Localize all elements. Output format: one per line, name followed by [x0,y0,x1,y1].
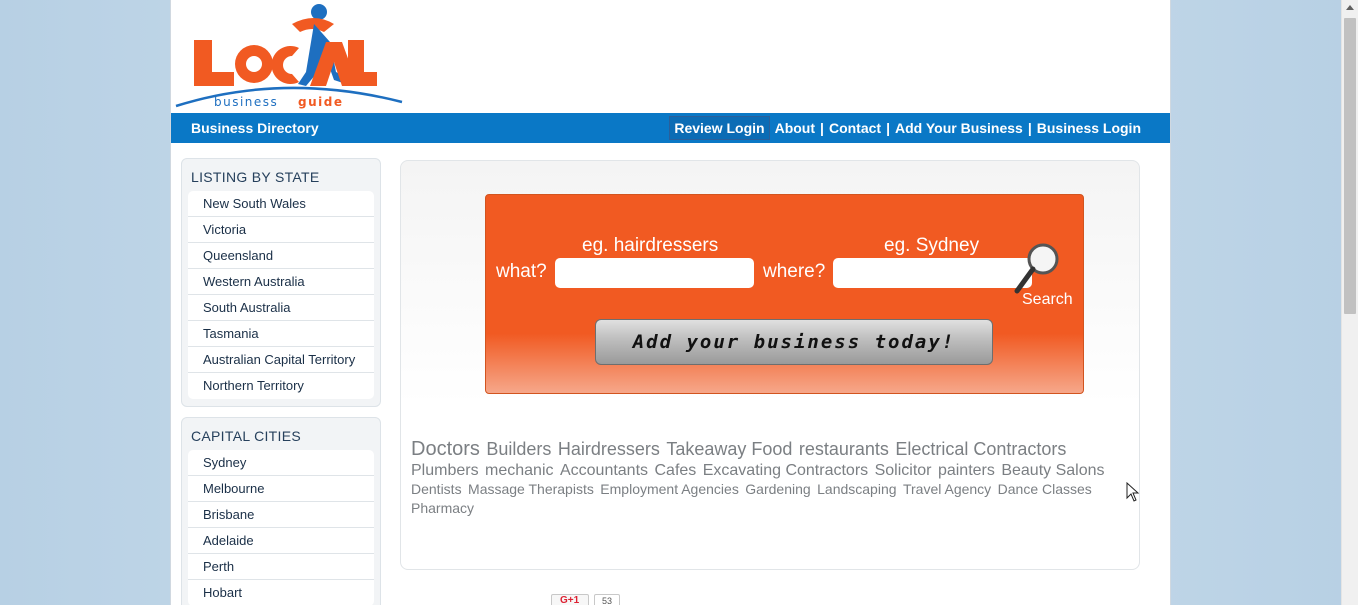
state-link-act[interactable]: Australian Capital Territory [188,347,374,373]
capital-cities-box: CAPITAL CITIES Sydney Melbourne Brisbane… [181,417,381,605]
tag-link[interactable]: Dance Classes [998,481,1092,497]
city-link-adelaide[interactable]: Adelaide [188,528,374,554]
tag-link[interactable]: Electrical Contractors [895,439,1066,459]
nav-about[interactable]: About [775,120,815,136]
state-link-new-south-wales[interactable]: New South Wales [188,191,374,217]
vertical-scrollbar[interactable] [1341,0,1358,605]
tag-link[interactable]: Builders [486,439,551,459]
logo-graphic: business guide [175,4,403,109]
what-hint: eg. hairdressers [582,235,719,256]
tag-line: Plumbers mechanic Accountants Cafes Exca… [411,461,1131,480]
tag-link[interactable]: Hairdressers [558,439,660,459]
city-link-perth[interactable]: Perth [188,554,374,580]
state-list: New South Wales Victoria Queensland West… [188,191,374,399]
magnifier-icon[interactable] [1011,241,1063,297]
tag-line: Pharmacy [411,499,1131,518]
listing-by-state-box: LISTING BY STATE New South Wales Victori… [181,158,381,407]
city-link-hobart[interactable]: Hobart [188,580,374,605]
state-link-western-australia[interactable]: Western Australia [188,269,374,295]
tag-link[interactable]: Plumbers [411,462,479,479]
google-plus-button[interactable]: G+1 [551,594,589,605]
tag-link[interactable]: Takeaway Food [666,439,792,459]
logo-tagline-business: business [214,95,278,109]
page-container: business guide Business Directory Review… [170,0,1171,605]
tag-link[interactable]: Employment Agencies [600,481,739,497]
tag-link[interactable]: Landscaping [817,481,896,497]
nav-separator: | [820,120,824,136]
tag-link[interactable]: Gardening [745,481,810,497]
tag-link[interactable]: Travel Agency [903,481,991,497]
where-label: where? [763,261,826,282]
where-hint: eg. Sydney [884,235,980,256]
what-input[interactable] [555,258,754,288]
tag-link[interactable]: Excavating Contractors [703,462,868,479]
where-input[interactable] [833,258,1032,288]
scrollbar-thumb[interactable] [1344,18,1356,314]
site-logo[interactable]: business guide [174,2,406,110]
state-link-queensland[interactable]: Queensland [188,243,374,269]
review-login-button[interactable]: Review Login [669,116,770,140]
nav-business-login[interactable]: Business Login [1037,120,1141,136]
top-navbar: Business Directory Review Login About | … [171,113,1170,143]
search-panel: eg. hairdressers eg. Sydney what? where?… [485,194,1084,394]
city-link-sydney[interactable]: Sydney [188,450,374,476]
state-link-tasmania[interactable]: Tasmania [188,321,374,347]
tag-link[interactable]: restaurants [799,439,889,459]
tag-link[interactable]: painters [938,462,995,479]
listing-by-state-title: LISTING BY STATE [191,169,320,185]
tag-link[interactable]: Dentists [411,481,462,497]
tag-link[interactable]: Accountants [560,462,648,479]
add-business-button[interactable]: Add your business today! [595,319,993,365]
what-label: what? [496,261,547,282]
google-plus-count: 53 [594,594,620,605]
logo-tagline-guide: guide [298,95,343,109]
nav-add-your-business[interactable]: Add Your Business [895,120,1023,136]
tag-line: Doctors Builders Hairdressers Takeaway F… [411,437,1131,461]
nav-contact[interactable]: Contact [829,120,881,136]
nav-business-directory[interactable]: Business Directory [191,120,319,136]
tag-link[interactable]: mechanic [485,462,553,479]
state-link-south-australia[interactable]: South Australia [188,295,374,321]
tag-link[interactable]: Doctors [411,438,480,460]
popular-categories: Doctors Builders Hairdressers Takeaway F… [411,437,1131,519]
nav-separator: | [886,120,890,136]
tag-line: Dentists Massage Therapists Employment A… [411,480,1131,499]
city-link-brisbane[interactable]: Brisbane [188,502,374,528]
mouse-cursor-icon [1126,482,1140,502]
tag-link[interactable]: Beauty Salons [1001,462,1104,479]
main-search-card: eg. hairdressers eg. Sydney what? where?… [400,160,1140,570]
tag-link[interactable]: Cafes [654,462,696,479]
nav-separator: | [1027,120,1032,136]
capital-cities-title: CAPITAL CITIES [191,428,301,444]
state-link-northern-territory[interactable]: Northern Territory [188,373,374,399]
nav-links: Review Login About | Contact | Add Your … [669,116,1141,140]
tag-link[interactable]: Solicitor [875,462,932,479]
tag-link[interactable]: Pharmacy [411,500,474,516]
state-link-victoria[interactable]: Victoria [188,217,374,243]
city-link-melbourne[interactable]: Melbourne [188,476,374,502]
scroll-up-icon[interactable] [1346,5,1354,10]
tag-link[interactable]: Massage Therapists [468,481,594,497]
search-button-label[interactable]: Search [1022,291,1073,309]
city-list: Sydney Melbourne Brisbane Adelaide Perth… [188,450,374,605]
